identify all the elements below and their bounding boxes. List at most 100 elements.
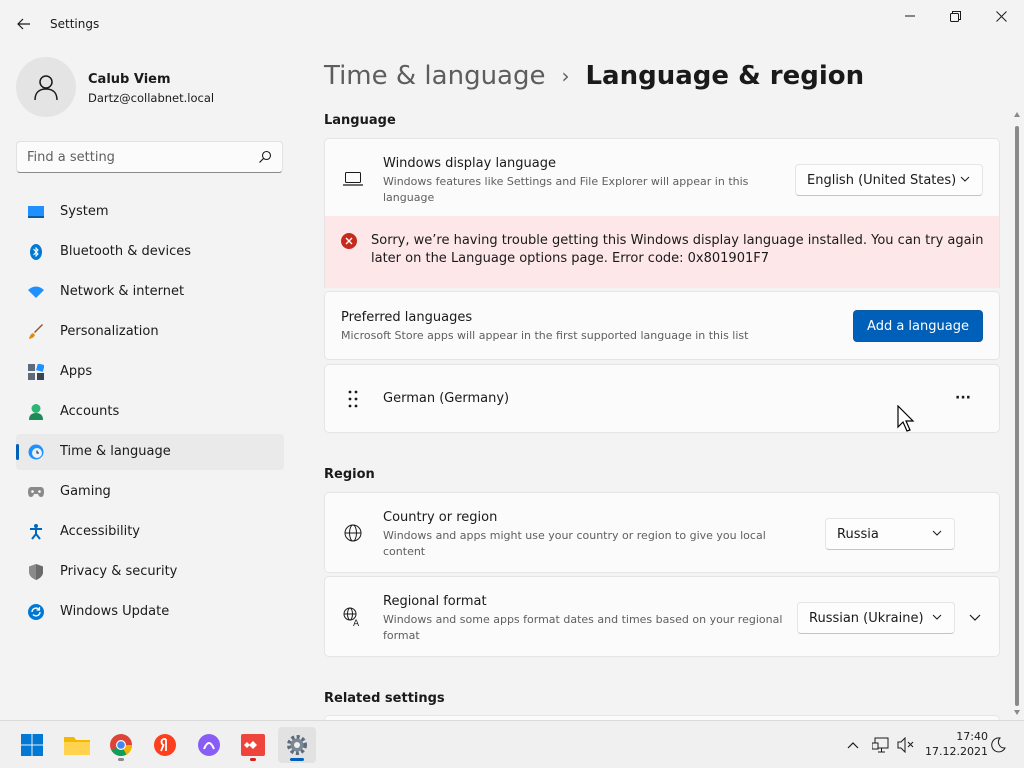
chevron-down-icon — [932, 530, 942, 536]
regional-format-dropdown[interactable]: Russian (Ukraine) — [797, 602, 955, 634]
volume-muted-icon[interactable] — [896, 735, 916, 755]
regional-format-description: Windows and some apps format dates and t… — [383, 613, 783, 642]
display-language-title: Windows display language — [383, 156, 556, 171]
person-icon — [34, 75, 58, 101]
sidebar-item-windows-update[interactable]: Windows Update — [16, 594, 284, 630]
scroll-up-icon[interactable] — [1014, 112, 1020, 117]
country-region-card: Country or region Windows and apps might… — [324, 492, 1000, 573]
alice-icon — [198, 734, 220, 756]
display-language-value: English (United States) — [807, 172, 957, 188]
sidebar-item-label: Accounts — [60, 404, 120, 419]
display-language-dropdown[interactable]: English (United States) — [795, 164, 983, 196]
start-icon — [21, 734, 43, 756]
clock-date: 17.12.2021 — [925, 745, 988, 758]
focus-assist-moon-icon[interactable] — [988, 735, 1008, 755]
sidebar-item-bluetooth[interactable]: Bluetooth & devices — [16, 234, 284, 270]
sidebar-item-label: Apps — [60, 364, 93, 379]
breadcrumb: Time & language › Language & region — [324, 56, 864, 96]
sidebar-item-time-language[interactable]: Time & language — [16, 434, 284, 470]
drag-handle-icon[interactable] — [343, 389, 363, 409]
network-icon[interactable] — [871, 735, 891, 755]
chrome-icon — [110, 734, 132, 756]
mouse-cursor-icon — [897, 405, 915, 432]
regional-format-icon: A — [343, 607, 363, 627]
back-arrow-icon — [17, 18, 30, 30]
sidebar-item-apps[interactable]: Apps — [16, 354, 284, 390]
wifi-icon — [28, 284, 44, 300]
sidebar-item-accounts[interactable]: Accounts — [16, 394, 284, 430]
taskbar-alice[interactable] — [190, 727, 228, 763]
sidebar-item-accessibility[interactable]: Accessibility — [16, 514, 284, 550]
regional-format-value: Russian (Ukraine) — [809, 610, 924, 626]
update-icon — [28, 604, 44, 620]
breadcrumb-parent[interactable]: Time & language — [324, 61, 545, 91]
minimize-icon — [905, 15, 915, 17]
taskbar-yandex-browser[interactable] — [146, 727, 184, 763]
taskbar-clock[interactable]: 17:40 17.12.2021 — [922, 729, 988, 759]
taskbar-settings[interactable] — [278, 727, 316, 763]
settings-window: Settings Calub Viem Dartz@collabnet.loca… — [0, 0, 1024, 720]
running-indicator — [118, 758, 124, 761]
sidebar-item-label: Windows Update — [60, 604, 170, 619]
shield-icon — [28, 564, 44, 580]
time-language-icon — [28, 444, 44, 460]
globe-icon — [343, 523, 363, 543]
search-input[interactable] — [27, 148, 247, 166]
country-region-dropdown[interactable]: Russia — [825, 518, 955, 550]
display-language-description: Windows features like Settings and File … — [383, 175, 749, 204]
taskbar: 17:40 17.12.2021 — [0, 720, 1024, 768]
gamepad-icon — [28, 484, 44, 500]
user-email: Dartz@collabnet.local — [88, 91, 215, 105]
anydesk-icon — [241, 734, 265, 756]
app-title: Settings — [50, 17, 100, 31]
more-options-button[interactable]: ··· — [943, 385, 983, 411]
apps-icon — [28, 364, 44, 380]
sidebar-nav: System Bluetooth & devices Network & int… — [16, 194, 284, 634]
user-profile[interactable]: Calub Viem Dartz@collabnet.local — [16, 57, 286, 117]
sidebar-item-system[interactable]: System — [16, 194, 284, 230]
sidebar-item-label: System — [60, 204, 109, 219]
minimize-button[interactable] — [887, 0, 933, 32]
scroll-down-icon[interactable] — [1014, 710, 1020, 715]
taskbar-file-explorer[interactable] — [58, 727, 96, 763]
display-language-card: Windows display language Windows feature… — [324, 138, 1000, 217]
close-button[interactable] — [978, 0, 1024, 32]
laptop-icon — [343, 169, 363, 189]
regional-format-title: Regional format — [383, 594, 487, 609]
preferred-languages-title: Preferred languages — [341, 310, 473, 325]
maximize-button[interactable] — [932, 0, 978, 32]
system-icon — [28, 204, 44, 220]
chevron-down-icon — [960, 176, 970, 182]
scroll-thumb[interactable] — [1015, 126, 1019, 706]
user-name: Calub Viem — [88, 72, 171, 87]
error-message: Sorry, we’re having trouble getting this… — [371, 233, 984, 266]
accounts-icon — [28, 404, 44, 420]
start-button[interactable] — [13, 727, 51, 763]
search-icon[interactable] — [258, 150, 272, 168]
title-bar: Settings — [0, 0, 1024, 48]
brush-icon — [28, 324, 44, 340]
sidebar-item-gaming[interactable]: Gaming — [16, 474, 284, 510]
sidebar-item-privacy[interactable]: Privacy & security — [16, 554, 284, 590]
page-title: Language & region — [585, 61, 865, 91]
expand-chevron-icon[interactable] — [965, 607, 985, 627]
sidebar-item-personalization[interactable]: Personalization — [16, 314, 284, 350]
breadcrumb-separator: › — [561, 64, 570, 88]
taskbar-chrome[interactable] — [102, 727, 140, 763]
scrollbar[interactable] — [1013, 112, 1021, 718]
svg-text:A: A — [353, 619, 360, 627]
clock-time: 17:40 — [956, 730, 988, 743]
language-name: German (Germany) — [383, 391, 510, 406]
sidebar-item-label: Privacy & security — [60, 564, 178, 579]
search-box — [16, 141, 283, 173]
restore-icon — [949, 10, 961, 22]
country-region-description: Windows and apps might use your country … — [383, 529, 766, 558]
back-button[interactable] — [10, 10, 38, 38]
taskbar-anydesk[interactable] — [234, 727, 272, 763]
yandex-browser-icon — [154, 734, 176, 756]
add-language-button[interactable]: Add a language — [853, 310, 983, 342]
chevron-down-icon — [932, 614, 942, 620]
show-hidden-icons-chevron-icon[interactable] — [843, 735, 863, 755]
sidebar-item-network[interactable]: Network & internet — [16, 274, 284, 310]
sidebar-item-label: Network & internet — [60, 284, 185, 299]
